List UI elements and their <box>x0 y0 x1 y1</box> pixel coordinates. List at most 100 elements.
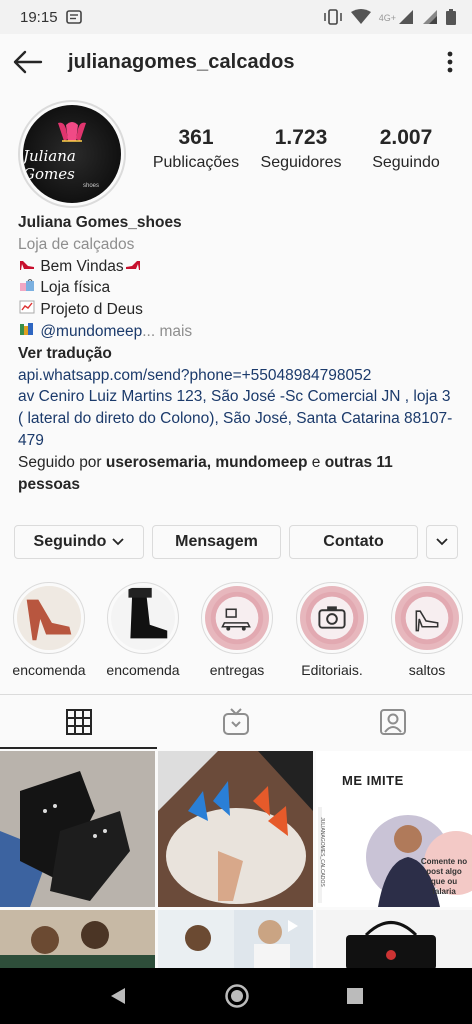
status-bar: 19:15 4G+ <box>0 0 472 34</box>
avatar-sub-text: shoes <box>82 183 99 189</box>
followed-prefix: Seguido por <box>18 453 106 471</box>
avatar-image: Juliana Gomes shoes <box>23 105 121 203</box>
highlight-cover <box>300 586 364 650</box>
profile-username: julianagomes_calcados <box>68 50 295 73</box>
highlight-label: entregas <box>209 662 265 678</box>
profile-bio: Juliana Gomes_shoes Loja de calçados Bem… <box>18 212 458 495</box>
message-button[interactable]: Mensagem <box>152 525 281 559</box>
followed-mid: e <box>307 453 325 471</box>
delivery-icon <box>210 591 264 645</box>
nav-home-icon[interactable] <box>224 983 250 1009</box>
signal-icon-2 <box>423 10 437 24</box>
following-label: Seguindo <box>33 533 107 550</box>
website-link[interactable]: api.whatsapp.com/send?phone=+55048984798… <box>18 365 458 387</box>
bio-text: Loja física <box>40 279 111 297</box>
followed-names: userosemaria, mundomeep <box>105 453 308 471</box>
heel-icon <box>18 256 36 278</box>
high-heel-icon <box>400 591 454 645</box>
translate-link[interactable]: Ver tradução <box>18 343 458 365</box>
back-button[interactable] <box>0 34 56 90</box>
post-overlay-title: ME IMITE <box>342 773 404 788</box>
message-label: Mensagem <box>175 533 258 550</box>
stat-following[interactable]: 2.007 Seguindo <box>356 126 456 172</box>
contact-label: Contato <box>323 533 384 550</box>
tab-grid[interactable] <box>0 695 158 749</box>
igtv-icon <box>222 708 249 735</box>
avatar-brand-text: Juliana Gomes <box>23 147 76 183</box>
profile-actions: Seguindo Mensagem Contato <box>14 525 458 559</box>
stat-posts[interactable]: 361 Publicações <box>146 126 246 172</box>
stat-followers[interactable]: 1.723 Seguidores <box>251 126 351 172</box>
vibrate-icon <box>323 9 342 25</box>
post-thumbnail[interactable] <box>0 910 155 970</box>
books-icon <box>18 321 36 343</box>
highlight-cover <box>395 586 459 650</box>
wifi-icon <box>350 9 371 24</box>
highlight-cover <box>205 586 269 650</box>
address-link[interactable]: av Ceniro Luiz Martins 123, São José -Sc… <box>18 386 458 451</box>
bio-line: Projeto d Deus <box>18 299 458 321</box>
post-thumbnail[interactable]: ME IMITE Comente no post algo que ou fal… <box>316 751 472 907</box>
nav-recents-icon[interactable] <box>346 987 364 1005</box>
chevron-down-icon <box>112 538 125 546</box>
highlight-item[interactable]: encomenda <box>4 582 94 678</box>
profile-stats: 361 Publicações 1.723 Seguidores 2.007 S… <box>146 126 456 172</box>
bio-text: Bem Vindas <box>40 257 124 275</box>
stat-value: 361 <box>178 126 214 149</box>
shoe-logo-icon <box>58 122 86 142</box>
stat-label: Seguidores <box>260 154 342 171</box>
post-thumbnail[interactable] <box>158 751 313 907</box>
highlight-label: Editoriais. <box>301 662 363 678</box>
post-overlay-side: JULIANAGOMES_CALCADOS <box>319 817 325 887</box>
display-name: Juliana Gomes_shoes <box>18 214 182 231</box>
grid-icon <box>65 709 92 735</box>
post-thumbnail[interactable] <box>0 751 155 907</box>
highlight-item[interactable]: saltos <box>382 582 472 678</box>
post-overlay-bubble: Comente no post algo que ou falaria <box>420 857 468 896</box>
highlight-cover <box>17 586 81 650</box>
tagged-user-icon <box>380 709 407 735</box>
highlight-item[interactable]: Editoriais. <box>287 582 377 678</box>
camera-icon <box>305 591 359 645</box>
profile-header: julianagomes_calcados <box>0 34 472 90</box>
post-thumbnail[interactable] <box>316 910 472 970</box>
shopping-bags-icon <box>18 277 36 299</box>
options-button[interactable] <box>428 34 472 90</box>
profile-tabs <box>0 694 472 749</box>
stat-label: Publicações <box>152 154 240 171</box>
stat-value: 1.723 <box>274 126 328 149</box>
highlight-item[interactable]: encomenda <box>98 582 188 678</box>
tab-igtv[interactable] <box>157 695 314 749</box>
profile-avatar[interactable]: Juliana Gomes shoes <box>18 100 126 208</box>
notification-icon <box>65 10 82 24</box>
highlight-item[interactable]: entregas <box>192 582 282 678</box>
category-label: Loja de calçados <box>18 235 135 253</box>
followed-by[interactable]: Seguido por userosemaria, mundomeep e ou… <box>18 452 458 496</box>
heel-icon <box>124 256 142 278</box>
bio-line: Bem Vindas <box>18 256 458 278</box>
posts-grid: ME IMITE Comente no post algo que ou fal… <box>0 751 472 970</box>
nav-back-icon[interactable] <box>108 986 128 1006</box>
arrow-left-icon <box>13 50 43 74</box>
stat-value: 2.007 <box>379 126 433 149</box>
more-link[interactable]: ... mais <box>142 323 192 340</box>
signal-icon <box>399 10 413 24</box>
chart-icon <box>18 299 36 321</box>
story-highlights: encomenda encomenda entregas Editoriais.… <box>0 582 472 682</box>
more-vertical-icon <box>447 51 453 73</box>
bio-line: @mundomeep... mais <box>18 321 458 343</box>
following-button[interactable]: Seguindo <box>14 525 144 559</box>
system-nav-bar <box>0 968 472 1024</box>
mention-link[interactable]: @mundomeep <box>40 323 142 340</box>
tab-tagged[interactable] <box>315 695 472 749</box>
bio-text: Projeto d Deus <box>40 301 143 319</box>
contact-button[interactable]: Contato <box>289 525 418 559</box>
highlight-cover <box>111 586 175 650</box>
status-time: 19:15 <box>20 8 58 26</box>
suggested-accounts-button[interactable] <box>426 525 458 559</box>
stat-label: Seguindo <box>372 154 440 171</box>
highlight-label: saltos <box>408 662 446 678</box>
highlight-label: encomenda <box>12 662 86 678</box>
battery-icon <box>446 9 456 25</box>
post-thumbnail[interactable] <box>158 910 313 970</box>
